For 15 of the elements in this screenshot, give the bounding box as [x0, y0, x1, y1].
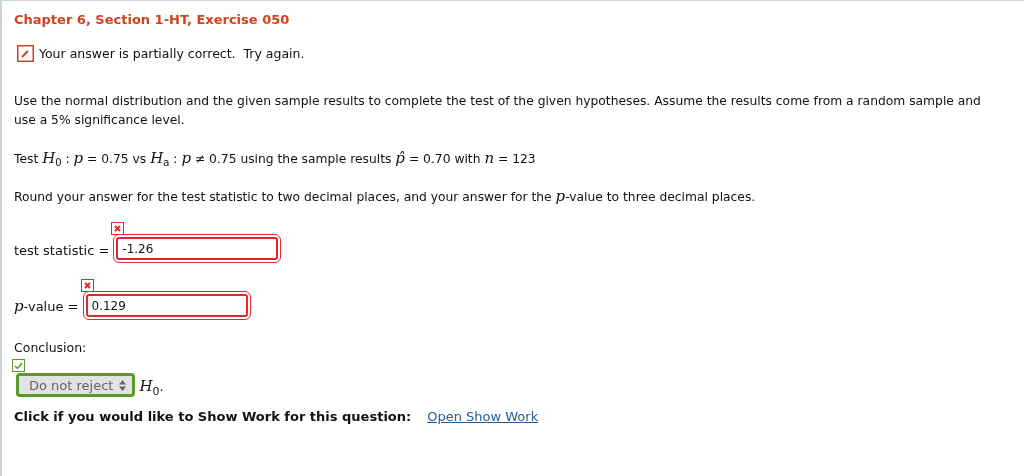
- exercise-title: Chapter 6, Section 1-HT, Exercise 050: [14, 12, 291, 27]
- show-work-link[interactable]: Open Show Work: [427, 409, 539, 425]
- instructions-text: Use the normal distribution and the given sample results to complete the test of the given hypotheses. Assume the results come from a random sample and use a 5% significance level.: [14, 93, 982, 129]
- answer-label: p-value =: [14, 297, 79, 316]
- feedback-message: Your answer is partially correct. Try again.: [39, 46, 305, 61]
- hypotheses-text: Test H$_{0}$ : p = 0.75 vs H$_{a}$ : p ≠ 0.75 using the sample results p̂ = 0.70 with n = 123: [14, 149, 537, 171]
- answer-label: test statistic =: [14, 243, 110, 259]
- answer-field[interactable]: 0.129: [85, 294, 248, 318]
- hypothesis-symbol: H$_{0}$.: [139, 376, 164, 398]
- answer-field[interactable]: -1.26: [116, 237, 279, 261]
- show-work-prompt: Click if you would like to Show Work for this question:: [14, 409, 412, 425]
- updown-icon: [119, 379, 127, 391]
- conclusion-select[interactable]: Do not reject: [16, 373, 136, 398]
- conclusion-label: Conclusion:: [14, 340, 88, 356]
- rounding-text: Round your answer for the test statistic to two decimal places, and your answer for the p-value to three decimal places.: [14, 187, 757, 208]
